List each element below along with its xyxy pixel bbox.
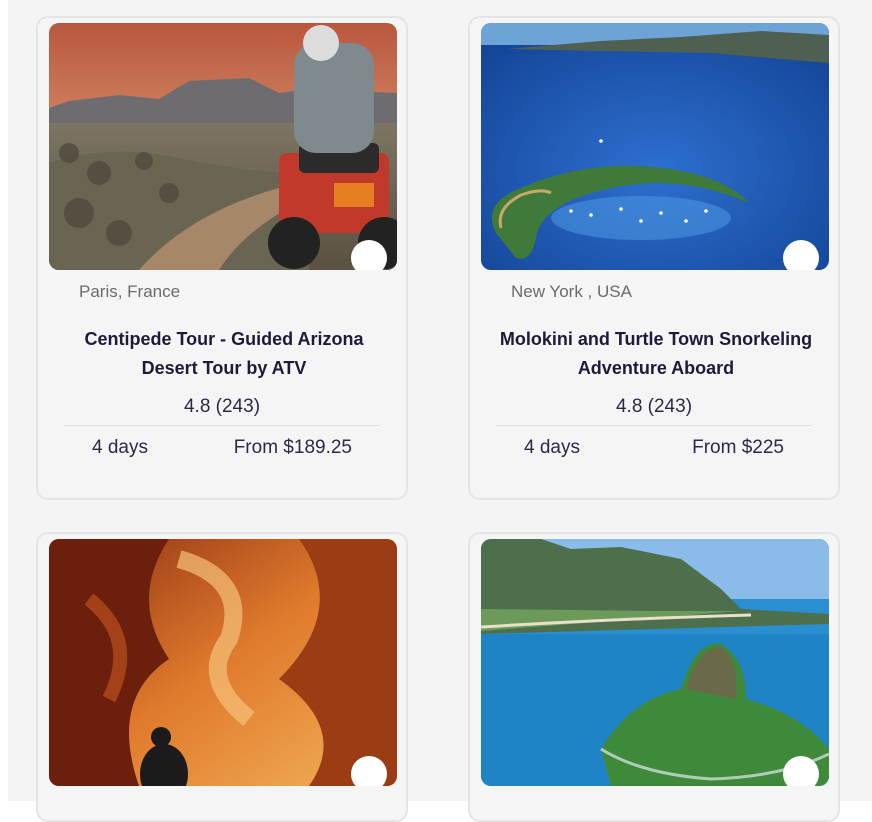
atv-desert-photo[interactable] <box>49 23 397 270</box>
tour-location: New York , USA <box>511 282 632 301</box>
tour-rating: 4.8 (243) <box>615 396 693 417</box>
tour-title[interactable]: Molokini and Turtle Town Snorkeling Adve… <box>490 325 822 383</box>
tour-duration: 4 days <box>524 437 580 458</box>
wishlist-button[interactable] <box>351 240 387 270</box>
wishlist-button[interactable] <box>783 756 819 786</box>
tour-listing-panel: Paris, France Centipede Tour - Guided Ar… <box>8 0 872 822</box>
card-divider <box>496 425 812 426</box>
island-coast-photo[interactable] <box>481 539 829 786</box>
card-divider <box>64 425 380 426</box>
wishlist-button[interactable] <box>351 756 387 786</box>
tour-rating: 4.8 (243) <box>183 396 261 417</box>
tour-price: From $225 <box>692 437 784 458</box>
wishlist-button[interactable] <box>783 240 819 270</box>
tour-title[interactable]: Centipede Tour - Guided Arizona Desert T… <box>58 325 390 383</box>
tour-card[interactable]: New York , USA Molokini and Turtle Town … <box>468 16 840 500</box>
tour-card[interactable]: Paris, France Centipede Tour - Guided Ar… <box>36 16 408 500</box>
tour-price: From $189.25 <box>233 437 352 458</box>
antelope-canyon-photo[interactable] <box>49 539 397 786</box>
tour-location: Paris, France <box>79 282 181 301</box>
tour-card[interactable] <box>468 532 840 822</box>
tour-duration: 4 days <box>92 437 148 458</box>
molokini-crater-photo[interactable] <box>481 23 829 270</box>
tour-card[interactable] <box>36 532 408 822</box>
